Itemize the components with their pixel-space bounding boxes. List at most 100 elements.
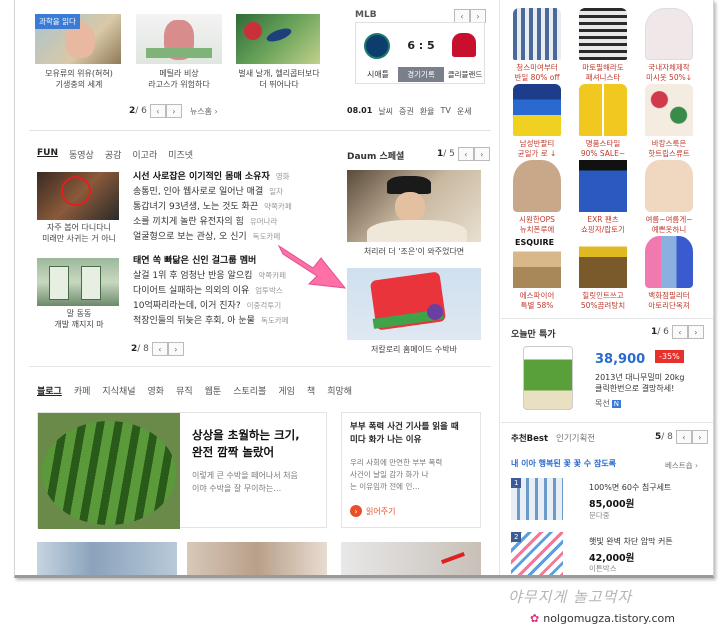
today-special-title[interactable]: 오늘만 특가 xyxy=(511,327,556,340)
rank-badge: 2 xyxy=(511,532,522,542)
fun-line-1[interactable]: 시선 사로잡은 이기적인 몸매 소유자 영화 xyxy=(133,170,290,185)
product-8[interactable]: EXR 팬츠 쇼핑자/랍토기 xyxy=(571,160,635,240)
tab-miznet[interactable]: 미즈넷 xyxy=(168,148,193,161)
mlb-next-button[interactable]: › xyxy=(470,9,486,23)
tab-game[interactable]: 게임 xyxy=(278,384,295,397)
blog-thumb-bottom-2[interactable] xyxy=(187,542,327,575)
news-caption-3[interactable]: 벌새 날개, 헬리콥터보다 더 뛰어나다 xyxy=(229,68,329,90)
news-pager: 2/ 6 ‹ › 뉴스홈 › xyxy=(129,104,218,118)
fun-thumb-1[interactable] xyxy=(37,172,119,220)
tab-cafe[interactable]: 카페 xyxy=(74,384,91,397)
product-9[interactable]: 여름~여름게~ 예쁜옷하니 xyxy=(637,160,701,240)
watermark-url: ✿ nolgomugza.tistory.com xyxy=(530,612,675,625)
tab-empathy[interactable]: 공감 xyxy=(105,148,122,161)
product-5[interactable]: 명품스타일 90% SALE~ xyxy=(571,84,635,164)
tab-video[interactable]: 동영상 xyxy=(69,148,94,161)
mariners-logo-icon xyxy=(364,33,390,59)
special-prev-button[interactable]: ‹ xyxy=(457,147,474,161)
blog-side-title[interactable]: 부부 폭력 사건 기사를 읽을 때 미다 화가 나는 이유 xyxy=(350,421,478,447)
news-thumb-2[interactable] xyxy=(136,14,222,64)
news-thumb-1[interactable]: 과학을 읽다 xyxy=(35,14,121,64)
fun-line-4[interactable]: 소를 끼치게 놀란 유전자의 힘 유머나라 xyxy=(133,215,277,230)
special-thumb-1[interactable] xyxy=(347,170,481,242)
product-3[interactable]: 국내자체제작 미시옷 50%↓ xyxy=(637,8,701,88)
recommend-item-1-image[interactable]: 1 xyxy=(511,478,563,520)
special-caption-2[interactable]: 저칼로리 홈메이드 수박바 xyxy=(341,344,487,355)
link-fortune[interactable]: 운세 xyxy=(457,106,472,117)
product-7[interactable]: 시원한OPS 뉴치폰루에 xyxy=(505,160,569,240)
fun-line-2[interactable]: 송통민, 인아 웹사로로 일어난 매결 일자 xyxy=(133,185,283,200)
daum-special-title[interactable]: Daum 스페셜 xyxy=(347,149,404,162)
product-2[interactable]: 마토필해라도 패셔니스타 xyxy=(571,8,635,88)
link-exchange[interactable]: 환율 xyxy=(420,106,435,117)
link-stock[interactable]: 증권 xyxy=(399,106,414,117)
fun-line-9[interactable]: 10억짜리라는데, 이거 진자? 이중걱투기 xyxy=(133,299,281,314)
news-caption-1[interactable]: 모유류의 위유(혀혀) 기생충의 세계 xyxy=(29,68,129,90)
special-caption-1[interactable]: 처리러 더 '조은'이 와주었다면 xyxy=(341,246,487,257)
tab-book[interactable]: 책 xyxy=(307,384,315,397)
fun-line-7[interactable]: 살걸 1위 후 엄청난 반응 알으킴 약쪽카페 xyxy=(133,269,286,284)
tab-popular-events[interactable]: 인기기획전 xyxy=(556,432,595,444)
recommend-next-button[interactable]: › xyxy=(691,430,708,444)
tab-hope[interactable]: 희망해 xyxy=(327,384,352,397)
product-10[interactable]: 에스파이어 특별 58% xyxy=(505,236,569,316)
product-11[interactable]: 힐릿인트쓰고 50%끔려탕치 xyxy=(571,236,635,316)
blog-side-card[interactable]: 부부 폭력 사건 기사를 읽을 때 미다 화가 나는 이유 우리 사회에 만연한… xyxy=(341,412,481,528)
product-1[interactable]: 청스미여부터 반일 80% off xyxy=(505,8,569,88)
mlb-title[interactable]: MLB xyxy=(355,10,377,20)
blog-thumb-bottom-3[interactable] xyxy=(341,542,481,575)
news-caption-2[interactable]: 메틸라 비상 라고스가 위험하다 xyxy=(129,68,229,90)
recommend-item-2-image[interactable]: 2 xyxy=(511,532,563,575)
today-next-button[interactable]: › xyxy=(687,325,704,339)
tab-recommend-best[interactable]: 추천Best xyxy=(511,432,548,444)
today-price[interactable]: 38,900 xyxy=(595,352,645,367)
product-12[interactable]: 백화점필리터 아토리단옥져 xyxy=(637,236,701,316)
link-weather[interactable]: 날씨 xyxy=(378,106,393,117)
recommend-item-1-name[interactable]: 100%면 60수 침구세트 xyxy=(589,482,671,493)
rice-bag-image[interactable] xyxy=(523,346,573,410)
fun-line-5[interactable]: 얼굴형으로 보는 관상, 오 신기 독도카페 xyxy=(133,230,280,245)
recommend-headline[interactable]: 내 이아 행복된 꽃 꽃 수 잠도록 xyxy=(511,458,616,469)
blog-main-card[interactable]: 상상을 초월하는 크기, 완전 깜짝 놀랐어 이렇게 큰 수박을 떼어나서 처음… xyxy=(37,412,327,529)
tab-blog[interactable]: 블로그 xyxy=(37,384,62,397)
today-desc[interactable]: 2013년 대니무밀미 20kg 클릭한번으로 결망하세! xyxy=(595,372,707,394)
mlb-prev-button[interactable]: ‹ xyxy=(454,9,470,23)
fun-thumb-2-caption[interactable]: 말 동동 개발 깨지지 마 xyxy=(29,308,129,330)
fun-line-10[interactable]: 적장인들의 뒤늦은 후회, 아 눈물 독도카페 xyxy=(133,314,289,329)
team-left[interactable]: 시애틀 xyxy=(360,69,396,80)
product-4[interactable]: 남성반팔티 균일가 로 ↓ xyxy=(505,84,569,164)
fun-prev-button[interactable]: ‹ xyxy=(151,342,168,356)
today-prev-button[interactable]: ‹ xyxy=(671,325,688,339)
team-right[interactable]: 클리블랜드 xyxy=(444,69,486,80)
recommend-prev-button[interactable]: ‹ xyxy=(675,430,692,444)
today-seller[interactable]: 목선 N xyxy=(595,398,621,409)
blog-main-title[interactable]: 상상을 초월하는 크기, 완전 깜짝 놀랐어 xyxy=(192,427,324,461)
fun-line-8[interactable]: 다이어트 실패하는 의외의 이유 엄투박스 xyxy=(133,284,283,299)
news-thumb-3[interactable] xyxy=(236,14,320,64)
tab-music[interactable]: 뮤직 xyxy=(176,384,193,397)
blog-thumb-bottom-1[interactable] xyxy=(37,542,177,575)
product-6[interactable]: 바캉스룩은 핫트립스류트 xyxy=(637,84,701,164)
fun-line-6[interactable]: 태연 쏙 빠닮은 신인 걸그룹 멤버 xyxy=(133,254,256,269)
tab-fun[interactable]: FUN xyxy=(37,148,58,161)
fun-line-3[interactable]: 통갑녀기 93년생, 노는 것도 화끈 약쪽카페 xyxy=(133,200,292,215)
special-thumb-2[interactable] xyxy=(347,268,481,340)
tab-agora[interactable]: 이고라 xyxy=(132,148,157,161)
fun-next-button[interactable]: › xyxy=(167,342,184,356)
news-home-link[interactable]: 뉴스홈 › xyxy=(190,106,218,117)
news-prev-button[interactable]: ‹ xyxy=(149,104,166,118)
fun-thumb-1-caption[interactable]: 자주 봅어 다니다니 미래만 사귀는 거 아니 xyxy=(29,222,129,244)
best-shop-link[interactable]: 베스트숍 › xyxy=(665,460,698,471)
recommend-item-2-name[interactable]: 햇빛 완벽 차단 암막 커튼 xyxy=(589,536,673,547)
game-record-button[interactable]: 경기기록 xyxy=(398,67,444,82)
tab-webtoon[interactable]: 웹툰 xyxy=(205,384,222,397)
tab-storyball[interactable]: 스토리볼 xyxy=(233,384,266,397)
arrow-right-icon: › xyxy=(350,505,362,517)
tab-knowledge[interactable]: 지식채널 xyxy=(102,384,135,397)
read-more-button[interactable]: › 읽어주기 xyxy=(350,505,395,517)
link-tv[interactable]: TV xyxy=(441,106,451,117)
special-next-button[interactable]: › xyxy=(473,147,490,161)
tab-movie[interactable]: 영화 xyxy=(148,384,165,397)
fun-thumb-2[interactable] xyxy=(37,258,119,306)
news-next-button[interactable]: › xyxy=(165,104,182,118)
